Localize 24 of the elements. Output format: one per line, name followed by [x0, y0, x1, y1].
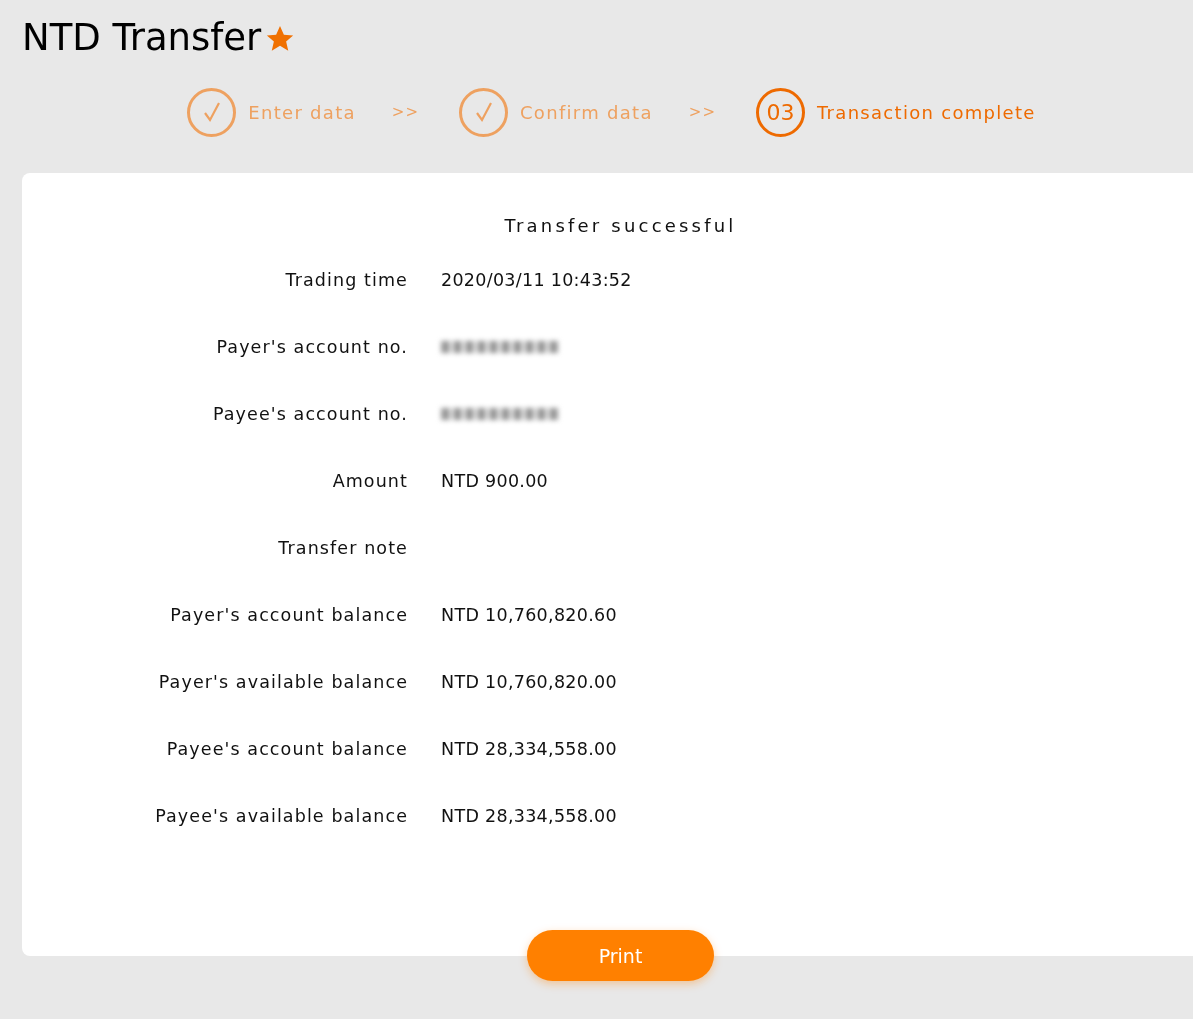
- field-value: 2020/03/11 10:43:52: [441, 270, 632, 290]
- step-label: Confirm data: [520, 101, 653, 123]
- step-separator: >>: [391, 103, 419, 121]
- result-heading: Transfer successful: [503, 215, 738, 236]
- field-label: Trading time: [284, 270, 408, 290]
- field-label: Payee's account balance: [165, 739, 408, 759]
- field-label: Payer's account balance: [169, 605, 408, 625]
- field-value: NTD 28,334,558.00: [441, 806, 617, 826]
- page-title: NTD Transfer: [22, 15, 262, 59]
- field-label: Payer's account no.: [215, 337, 408, 357]
- step-number: 03: [755, 87, 805, 137]
- field-value: NTD 10,760,820.00: [441, 672, 617, 692]
- print-button[interactable]: Print: [527, 930, 714, 981]
- field-label: Amount: [331, 471, 408, 491]
- field-label: Payer's available balance: [157, 672, 408, 692]
- field-label: Payee's account no.: [211, 404, 408, 424]
- field-label: Transfer note: [277, 538, 408, 558]
- step-separator: >>: [688, 103, 716, 121]
- field-value: NTD 10,760,820.60: [441, 605, 617, 625]
- field-label: Payee's available balance: [154, 806, 408, 826]
- step-label: Enter data: [248, 101, 356, 123]
- field-value: NTD 900.00: [441, 471, 549, 491]
- step-label: Transaction complete: [816, 101, 1036, 123]
- field-value: NTD 28,334,558.00: [441, 739, 617, 759]
